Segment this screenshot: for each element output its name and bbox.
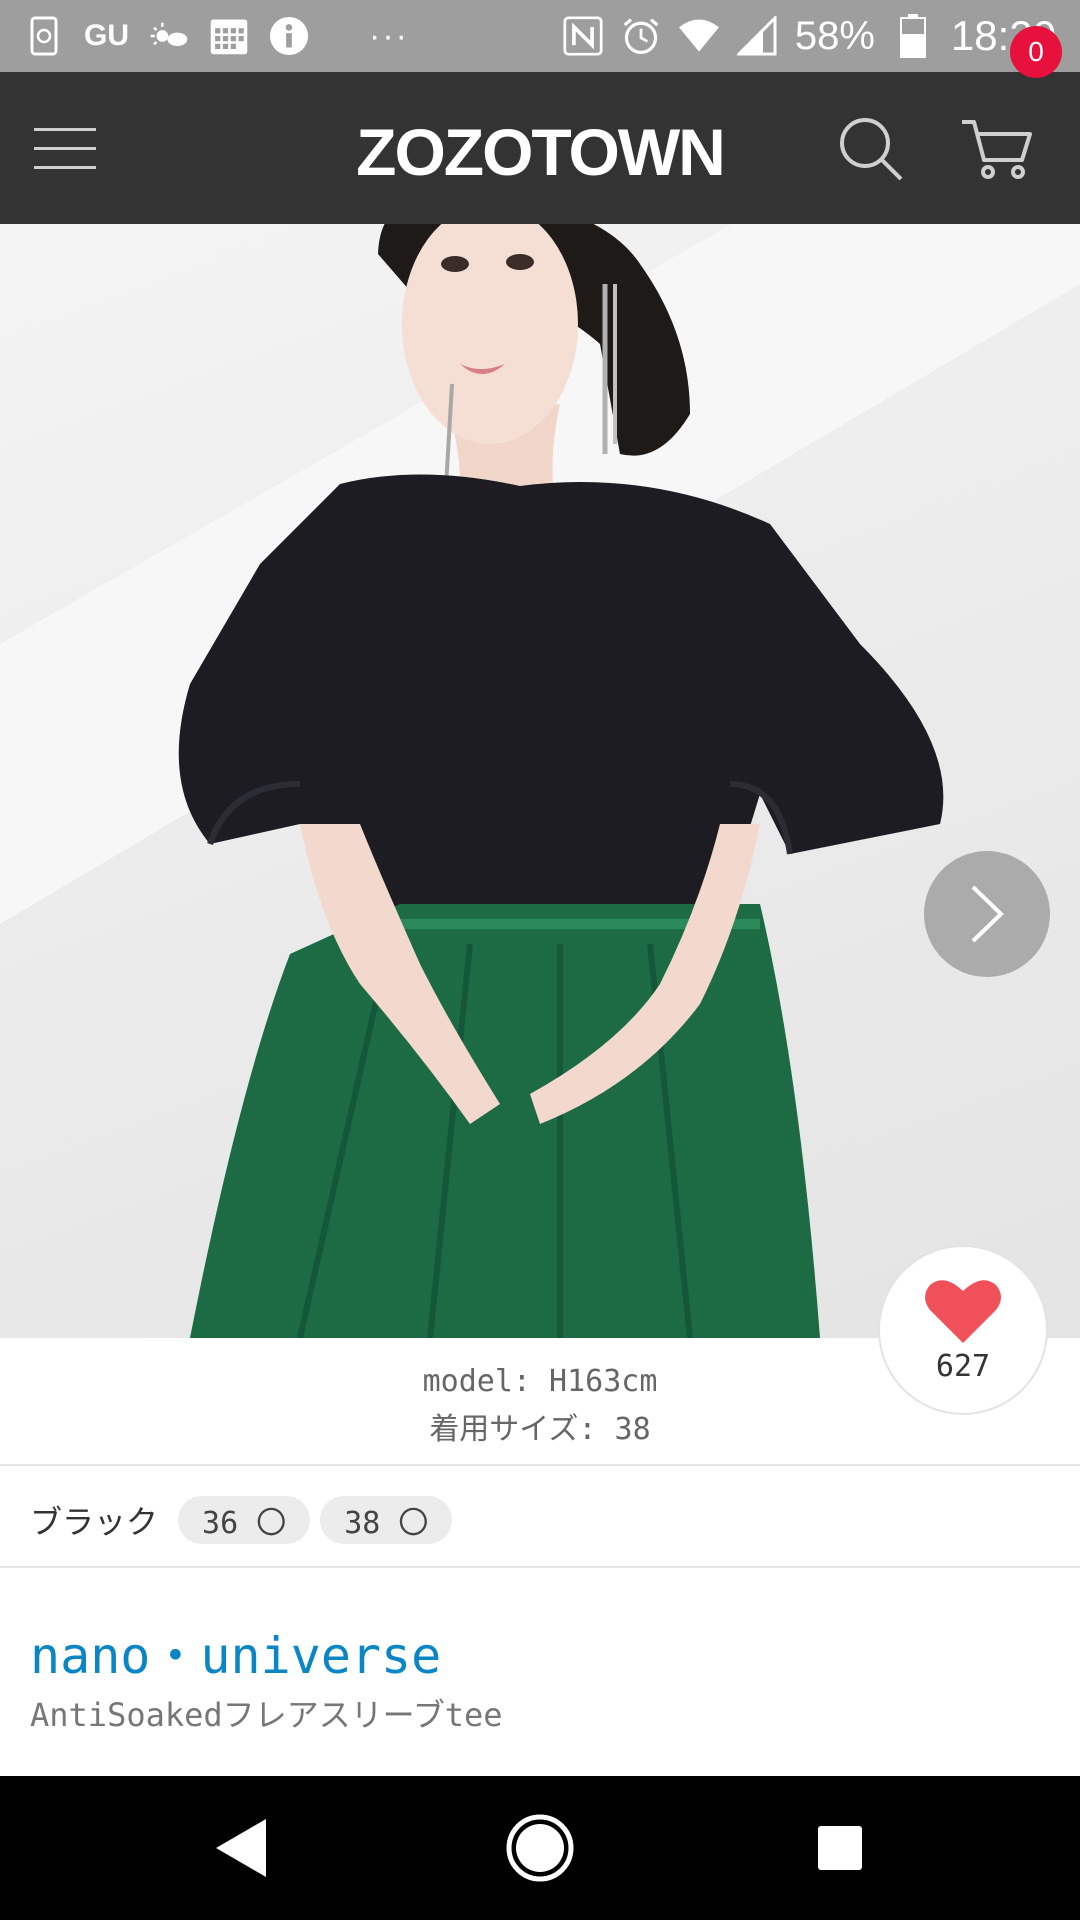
product-photo[interactable] <box>0 224 1080 1338</box>
nfc-icon <box>563 16 603 56</box>
size-chip-36[interactable]: 36 〇 <box>178 1496 311 1544</box>
search-icon[interactable] <box>838 116 904 182</box>
battery-percent: 58% <box>794 13 875 58</box>
cart-icon[interactable] <box>960 116 1036 182</box>
info-icon <box>269 16 309 56</box>
app-logo[interactable]: ZOZOTOWN <box>0 114 1080 190</box>
cart-count-badge: 0 <box>1010 26 1062 78</box>
recents-icon[interactable] <box>804 1812 876 1884</box>
status-left: GU ··· <box>24 16 449 56</box>
favorite-count: 627 <box>935 1348 991 1384</box>
favorite-button[interactable]: 627 <box>878 1245 1048 1415</box>
more-notifications: ··· <box>369 16 409 55</box>
status-bar: GU ··· 58% 18:20 <box>0 0 1080 72</box>
system-nav-bar <box>0 1776 1080 1920</box>
color-name: ブラック <box>30 1503 159 1541</box>
chevron-right-icon <box>971 885 1004 943</box>
variant-row: ブラック 36 〇 38 〇 <box>30 1495 453 1545</box>
back-icon[interactable] <box>204 1812 276 1884</box>
battery-icon <box>893 14 933 58</box>
size-chip-38[interactable]: 38 〇 <box>320 1496 453 1544</box>
sync-icon <box>24 16 64 56</box>
home-icon[interactable] <box>504 1812 576 1884</box>
alarm-icon <box>621 16 661 56</box>
model-photo-illustration <box>0 224 1080 1338</box>
carrier-label: GU <box>84 19 129 52</box>
calendar-icon <box>209 16 249 56</box>
next-image-button[interactable] <box>924 851 1050 977</box>
divider <box>0 1464 1080 1466</box>
status-right: 58% 18:20 <box>563 12 1056 60</box>
weather-icon <box>149 16 189 56</box>
brand-link[interactable]: nano・universe <box>30 1616 441 1688</box>
model-wearing-size: 着用サイズ: 38 <box>429 1412 651 1447</box>
wifi-icon <box>678 16 719 56</box>
divider <box>0 1566 1080 1568</box>
signal-icon <box>736 16 777 56</box>
product-name: AntiSoakedフレアスリーブtee <box>30 1696 503 1734</box>
heart-icon <box>925 1279 1001 1343</box>
app-header: ZOZOTOWN <box>0 72 1080 224</box>
